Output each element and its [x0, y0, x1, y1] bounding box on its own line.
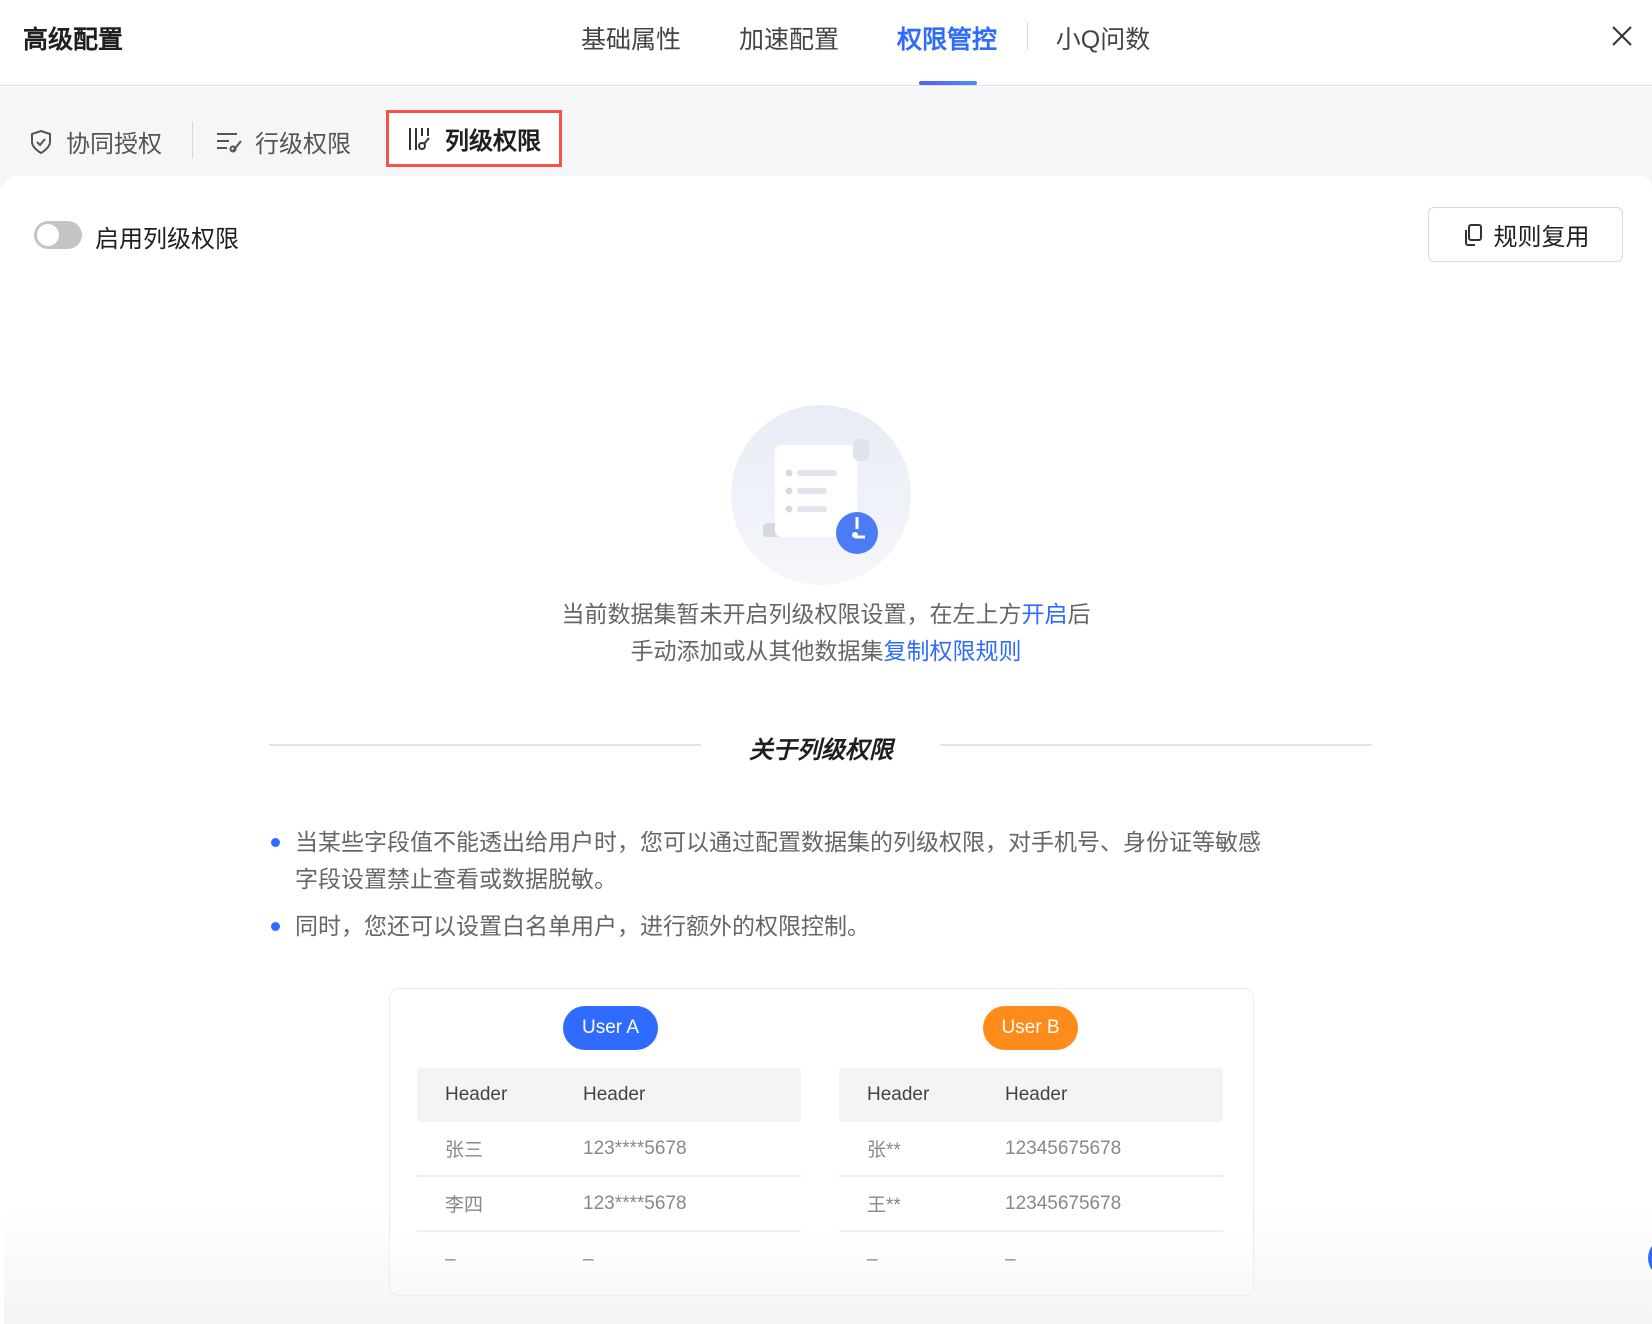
cell: 12345675678: [1005, 1137, 1122, 1159]
user-a-badge: User A: [563, 1006, 658, 1050]
cell: 123****5678: [583, 1192, 687, 1214]
tab-basic-properties[interactable]: 基础属性: [581, 20, 681, 56]
cell: 张**: [867, 1140, 901, 1161]
shield-icon: [31, 129, 51, 154]
copy-icon: [1464, 223, 1482, 246]
cell: 李四: [445, 1195, 484, 1216]
empty-message-line1: 当前数据集暂未开启列级权限设置，在左上方开启后: [561, 601, 1091, 627]
table-header: Header Header: [839, 1068, 1223, 1122]
table-row: 王** 12345675678: [839, 1177, 1223, 1232]
table-row: 张三 123****5678: [417, 1122, 801, 1177]
copy-rules-link[interactable]: 复制权限规则: [884, 638, 1022, 664]
cell: –: [583, 1248, 594, 1270]
cell: –: [445, 1248, 456, 1270]
rule-reuse-label: 规则复用: [1493, 224, 1590, 251]
subtab-label: 列级权限: [445, 128, 541, 155]
bullet-dot: [271, 838, 280, 847]
bullet-dot: [271, 922, 280, 931]
tab-divider: [1027, 22, 1028, 50]
table-row: 李四 123****5678: [417, 1177, 801, 1232]
toggle-label: 启用列级权限: [95, 226, 239, 253]
table-row: 张** 12345675678: [839, 1122, 1223, 1177]
tab-xiaoq[interactable]: 小Q问数: [1056, 20, 1150, 56]
tab-acceleration[interactable]: 加速配置: [739, 20, 839, 56]
cell: 123****5678: [583, 1137, 687, 1159]
close-icon[interactable]: [1608, 22, 1636, 50]
header-cell: Header: [445, 1084, 508, 1105]
about-bullet-2: 同时，您还可以设置白名单用户，进行额外的权限控制。: [295, 913, 870, 939]
about-title: 关于列级权限: [749, 737, 893, 764]
table-row: – –: [839, 1232, 1223, 1287]
enable-link[interactable]: 开启: [1022, 601, 1068, 627]
active-tab-indicator: [919, 81, 977, 85]
cell: 王**: [867, 1195, 901, 1216]
cell: 张三: [445, 1140, 484, 1161]
user-a-table: Header Header 张三 123****5678 李四 123****5678…: [417, 1068, 801, 1287]
table-row: – –: [417, 1232, 801, 1287]
cell: –: [867, 1248, 878, 1270]
cell: –: [1005, 1248, 1016, 1270]
subtab-row-permission[interactable]: 行级权限: [215, 124, 351, 159]
column-key-icon: [409, 127, 430, 150]
empty-message-line2: 手动添加或从其他数据集复制权限规则: [630, 638, 1022, 664]
empty-document-illustration: [731, 405, 911, 585]
tab-permission-control[interactable]: 权限管控: [897, 20, 997, 56]
dialog-title: 高级配置: [23, 26, 124, 54]
header-cell: Header: [583, 1084, 646, 1105]
enable-column-permission-toggle[interactable]: [34, 221, 82, 249]
subtab-column-permission[interactable]: 列级权限: [386, 110, 562, 167]
subtab-label: 协同授权: [66, 131, 162, 158]
subtab-label: 行级权限: [255, 131, 351, 158]
subtab-divider: [192, 122, 193, 158]
subtab-collab-auth[interactable]: 协同授权: [28, 124, 162, 159]
row-filter-icon: [217, 132, 242, 152]
rule-reuse-button[interactable]: 规则复用: [1428, 207, 1623, 262]
about-bullet-1-cont: 字段设置禁止查看或数据脱敏。: [295, 866, 617, 892]
user-b-badge: User B: [983, 1006, 1078, 1050]
about-bullet-1: 当某些字段值不能透出给用户时，您可以通过配置数据集的列级权限，对手机号、身份证等…: [295, 829, 1261, 855]
user-b-table: Header Header 张** 12345675678 王** 123456756…: [839, 1068, 1223, 1287]
cell: 12345675678: [1005, 1192, 1122, 1214]
header-cell: Header: [1005, 1084, 1068, 1105]
header-cell: Header: [867, 1084, 930, 1105]
table-header: Header Header: [417, 1068, 801, 1122]
